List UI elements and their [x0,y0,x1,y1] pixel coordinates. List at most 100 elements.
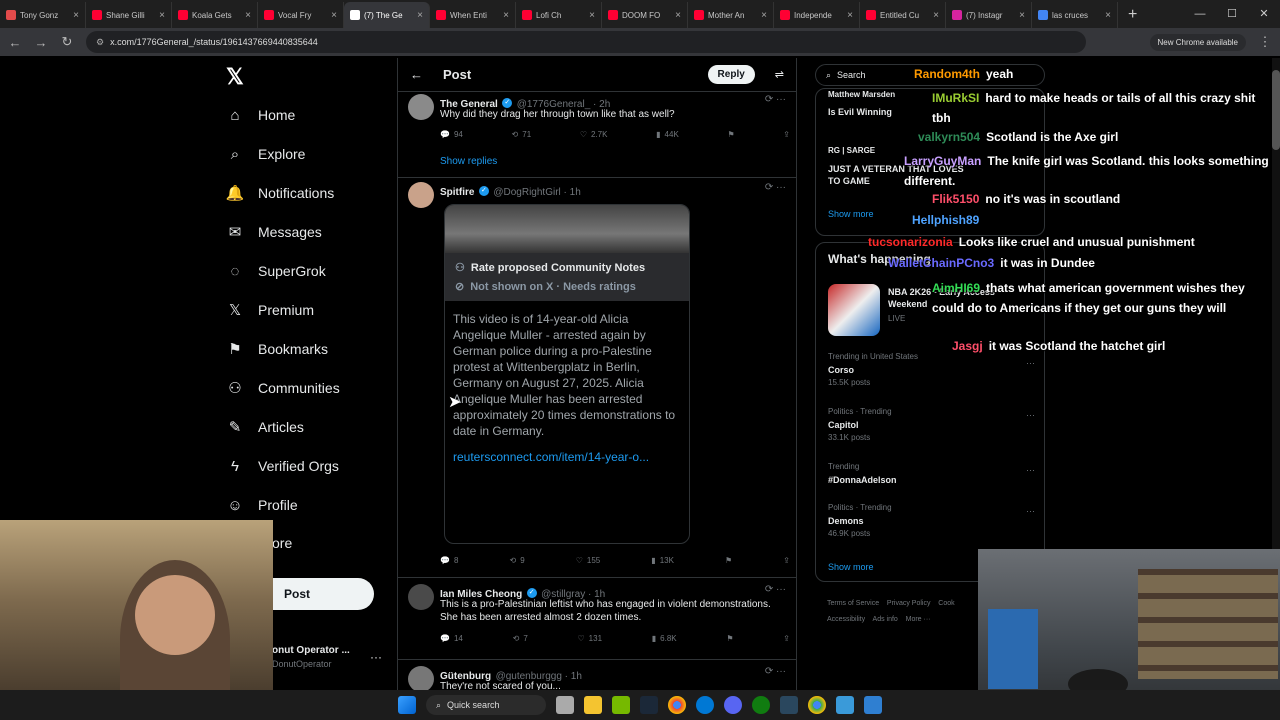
community-note-header[interactable]: ⚇ Rate proposed Community Notes ⊘ Not show… [445,253,689,301]
trend-more-icon[interactable]: ··· [1026,506,1035,516]
footer-link[interactable]: Terms of Service [827,600,879,607]
maximize-icon[interactable]: ☐ [1216,0,1248,28]
like-action[interactable]: ♡ 2.7K [580,130,608,139]
account-name[interactable]: onut Operator ... [272,645,350,656]
chrome-menu-icon[interactable]: ⋮ [1258,34,1272,50]
views-action[interactable]: ▮ 44K [656,130,679,139]
steam-icon[interactable] [780,696,798,714]
repost-action[interactable]: ⟲ 7 [513,634,528,643]
views-action[interactable]: ▮ 13K [651,556,674,565]
browser-tab[interactable]: las cruces × [1032,2,1118,28]
tab-close-icon[interactable]: × [589,10,595,21]
community-note-link[interactable]: reutersconnect.com/item/14-year-o... [445,449,689,465]
trend-more-icon[interactable]: ··· [1026,465,1035,475]
nav-item-verified-orgs[interactable]: ϟ Verified Orgs [226,457,339,475]
avatar[interactable] [408,182,434,208]
close-icon[interactable]: ✕ [1248,0,1280,28]
chrome-icon[interactable] [808,696,826,714]
reply-tweet[interactable]: Gütenburg @gutenburggg · 1h ⟳ ··· They'r… [398,660,796,690]
show-more-link[interactable]: Show more [828,209,874,219]
tab-close-icon[interactable]: × [847,10,853,21]
x-logo-icon[interactable]: 𝕏 [226,64,244,90]
app-icon[interactable] [836,696,854,714]
tab-close-icon[interactable]: × [245,10,251,21]
more-options-icon[interactable]: ⟳ ··· [765,666,786,677]
share-action[interactable]: ⇪ [783,556,790,565]
reply-action[interactable]: 💬 14 [440,634,463,643]
reply-action[interactable]: 💬 94 [440,130,463,139]
reply-button[interactable]: Reply [707,65,755,84]
nav-item-home[interactable]: ⌂ Home [226,106,295,124]
more-options-icon[interactable]: ⟳ ··· [765,182,786,193]
trend-item[interactable]: Politics · Trending Capitol 33.1K posts [828,407,892,442]
tab-close-icon[interactable]: × [73,10,79,21]
tab-close-icon[interactable]: × [1105,10,1111,21]
app-icon[interactable] [864,696,882,714]
nav-item-ore[interactable]: ore [272,535,292,551]
suggested-user-name[interactable]: Matthew Marsden [828,90,895,99]
author-handle[interactable]: @DogRightGirl · 1h [493,187,580,198]
nav-item-profile[interactable]: ☺ Profile [226,496,297,514]
trend-item[interactable]: Politics · Trending Demons 46.9K posts [828,503,892,538]
nav-item-messages[interactable]: ✉ Messages [226,223,322,241]
nav-item-bookmarks[interactable]: ⚑ Bookmarks [226,340,328,358]
footer-link[interactable]: Privacy Policy [887,600,931,607]
browser-tab[interactable]: Entitled Cu × [860,2,946,28]
back-arrow-icon[interactable]: ← [410,67,423,82]
app-icon[interactable] [556,696,574,714]
trend-item[interactable]: Trending #DonnaAdelson [828,462,897,485]
show-more-trends-link[interactable]: Show more [828,562,874,572]
nav-item-articles[interactable]: ✎ Articles [226,418,304,436]
browser-tab[interactable]: Vocal Fry × [258,2,344,28]
video-with-community-note[interactable]: ⚇ Rate proposed Community Notes ⊘ Not show… [444,204,690,544]
chrome-update-button[interactable]: New Chrome available [1149,33,1246,51]
repost-action[interactable]: ⟲ 71 [512,130,532,139]
footer-link[interactable]: Cook [938,600,954,607]
share-action[interactable]: ⇪ [783,130,790,139]
browser-tab[interactable]: Tony Gonz × [0,2,86,28]
tab-close-icon[interactable]: × [675,10,681,21]
more-options-icon[interactable]: ⟳ ··· [765,94,786,105]
nav-item-explore[interactable]: ⌕ Explore [226,145,306,163]
browser-tab[interactable]: (7) Instagr × [946,2,1032,28]
avatar[interactable] [408,666,434,690]
browser-tab[interactable]: (7) The Ge × [344,2,430,28]
nav-item-communities[interactable]: ⚇ Communities [226,379,339,397]
more-options-icon[interactable]: ⟳ ··· [765,584,786,595]
reply-tweet[interactable]: Ian Miles Cheong ✓ @stillgray · 1h ⟳ ···… [398,578,796,660]
tab-close-icon[interactable]: × [503,10,509,21]
steam-icon[interactable] [640,696,658,714]
bookmark-action[interactable]: ⚑ [727,130,734,139]
windows-start-icon[interactable] [398,696,416,714]
discord-icon[interactable] [724,696,742,714]
tab-close-icon[interactable]: × [159,10,165,21]
new-tab-icon[interactable]: + [1118,2,1147,28]
tab-close-icon[interactable]: × [933,10,939,21]
reply-action[interactable]: 💬 8 [440,556,458,565]
browser-tab[interactable]: Mother An × [688,2,774,28]
bookmark-action[interactable]: ⚑ [726,634,733,643]
browser-tab[interactable]: Shane Gilli × [86,2,172,28]
trend-more-icon[interactable]: ··· [1026,410,1035,420]
back-icon[interactable]: ← [8,35,22,50]
share-action[interactable]: ⇪ [783,634,790,643]
forward-icon[interactable]: → [34,35,48,50]
minimize-icon[interactable]: — [1184,0,1216,28]
browser-tab[interactable]: When Enti × [430,2,516,28]
video-thumbnail[interactable] [445,205,689,253]
chrome-icon[interactable] [668,696,686,714]
reply-tweet[interactable]: The General ✓ @1776General_ · 2h ⟳ ··· W… [398,92,796,178]
footer-link[interactable]: Ads info [873,616,898,623]
repost-action[interactable]: ⟲ 9 [509,556,524,565]
taskbar-search[interactable]: ⌕ Quick search [426,695,546,715]
tab-close-icon[interactable]: × [331,10,337,21]
avatar[interactable] [408,584,434,610]
nav-item-supergrok[interactable]: ◌ SuperGrok [226,262,326,280]
footer-link[interactable]: Accessibility [827,616,865,623]
event-thumbnail[interactable] [828,284,880,336]
tab-close-icon[interactable]: × [417,10,423,21]
folder-icon[interactable] [584,696,602,714]
bookmark-action[interactable]: ⚑ [725,556,732,565]
edge-icon[interactable] [696,696,714,714]
show-replies-link[interactable]: Show replies [440,156,497,167]
